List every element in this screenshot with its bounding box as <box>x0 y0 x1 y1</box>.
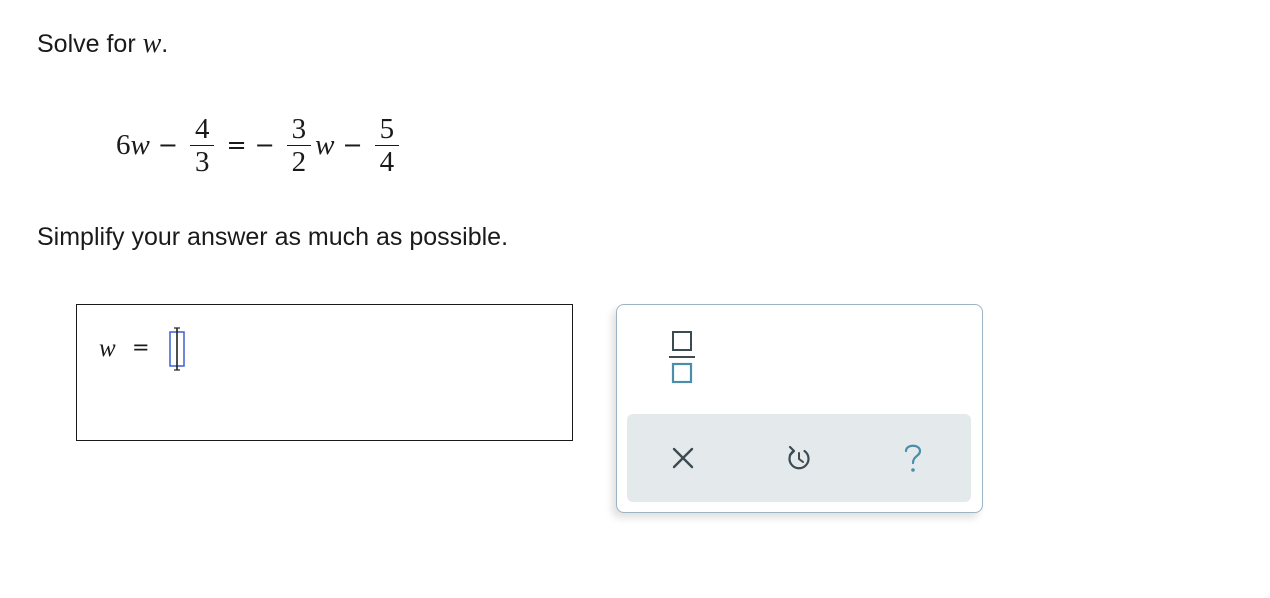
input-placeholder-icon <box>169 327 185 371</box>
lhs-coefficient: 6 <box>116 128 131 161</box>
prompt-suffix: . <box>161 30 169 58</box>
equation: 6w − 4 3 = − 3 2 w − 5 4 <box>116 100 403 190</box>
fraction-numerator: 5 <box>379 112 395 145</box>
negative-sign: − <box>254 131 275 159</box>
undo-icon <box>788 445 810 470</box>
fraction-4-over-3: 4 3 <box>189 112 215 178</box>
prompt-text: Solve for w. <box>37 28 168 60</box>
rhs-variable: w <box>315 128 335 161</box>
equals-operator: = <box>226 131 247 159</box>
instruction-text: Simplify your answer as much as possible… <box>37 223 509 251</box>
answer-input-field[interactable] <box>167 327 189 371</box>
lhs-variable: w <box>130 128 150 161</box>
undo-button[interactable] <box>781 440 817 476</box>
minus-operator-1: − <box>157 131 178 159</box>
clear-button[interactable] <box>665 440 701 476</box>
fraction-denominator: 3 <box>194 145 210 178</box>
math-palette <box>616 304 983 513</box>
fraction-5-over-4: 5 4 <box>374 112 400 178</box>
answer-box[interactable]: w = <box>76 304 573 441</box>
help-button[interactable] <box>895 440 931 476</box>
fraction-numerator: 3 <box>291 112 307 145</box>
prompt-prefix: Solve for <box>37 30 143 58</box>
fraction-template-icon <box>669 331 695 384</box>
fraction-denominator: 2 <box>291 145 307 178</box>
fraction-numerator: 4 <box>194 112 210 145</box>
answer-equals: = <box>132 335 150 359</box>
clear-x-icon <box>672 447 694 469</box>
palette-toolbar <box>627 414 971 502</box>
fraction-denominator: 4 <box>379 145 395 178</box>
help-question-icon <box>904 444 922 472</box>
minus-operator-2: − <box>342 131 363 159</box>
fraction-template-button[interactable] <box>665 327 703 387</box>
fraction-3-over-2: 3 2 <box>286 112 312 178</box>
prompt-variable: w <box>142 28 162 59</box>
answer-variable: w <box>99 335 116 362</box>
